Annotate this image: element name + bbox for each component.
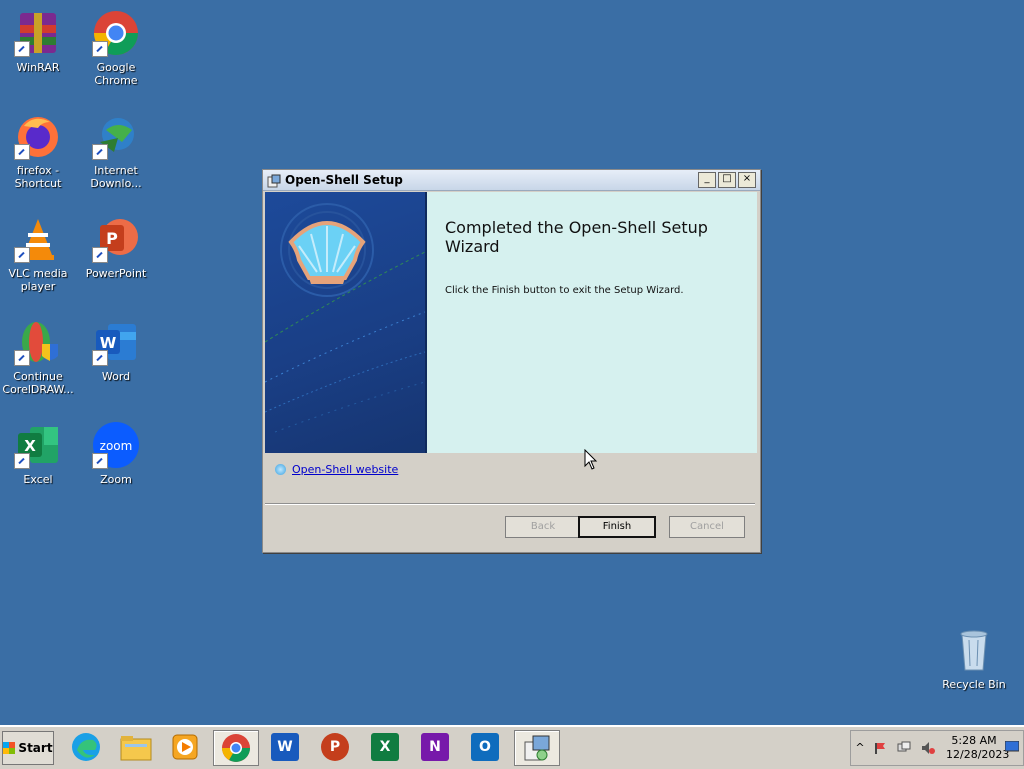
powerpoint-icon: P [321,733,349,761]
wizard-side-image [265,192,427,453]
taskbar-edge[interactable] [64,730,108,764]
desktop-icon-idm[interactable]: Internet Downlo... [77,106,155,190]
shortcut-arrow-icon [92,350,108,366]
open-shell-website-link[interactable]: Open-Shell website [292,463,398,476]
svg-text:P: P [106,229,118,248]
desktop-icon-coreldraw[interactable]: Continue CorelDRAW... [0,312,77,396]
window-title: Open-Shell Setup [285,173,403,187]
taskbar-media-player[interactable] [163,730,207,764]
desktop-icon-label: Word [101,370,131,383]
network-icon[interactable] [897,741,911,755]
chrome-icon [222,734,250,762]
taskbar-onenote[interactable]: N [413,730,457,764]
close-button[interactable]: × [738,172,756,188]
shortcut-arrow-icon [14,41,30,57]
maximize-button[interactable]: □ [718,172,736,188]
back-button[interactable]: Back [505,516,581,538]
desktop-icon-powerpoint[interactable]: P PowerPoint [77,209,155,280]
desktop-icon-label: Excel [23,473,53,486]
desktop-icon-label: Recycle Bin [942,678,1006,691]
website-link-row: Open-Shell website [275,463,398,476]
taskbar-file-explorer[interactable] [114,730,158,764]
desktop-icon-winrar[interactable]: WinRAR [0,3,77,74]
recycle-bin-icon [950,626,998,674]
shortcut-arrow-icon [92,453,108,469]
outlook-icon: O [471,733,499,761]
cancel-button[interactable]: Cancel [669,516,745,538]
windows-logo-icon [3,742,16,754]
desktop-icon-label: WinRAR [16,61,60,74]
clock-time: 5:28 AM [951,734,997,747]
media-player-icon [172,734,198,760]
powerpoint-icon: P [92,215,140,263]
desktop-icon-label: PowerPoint [85,267,147,280]
open-shell-logo [285,212,369,290]
winrar-icon [14,9,62,57]
shortcut-arrow-icon [92,144,108,160]
desktop-icon-label: Zoom [100,473,132,486]
file-explorer-icon [120,736,152,761]
system-tray: ^ 5:28 AM 12/28/2023 [850,730,1024,766]
volume-muted-icon[interactable] [921,741,935,755]
action-center-flag-icon[interactable] [873,741,887,755]
firefox-icon [14,112,62,160]
desktop-icon-label: firefox - Shortcut [14,164,62,190]
taskbar-word[interactable]: W [263,730,307,764]
wizard-heading: Completed the Open-Shell Setup Wizard [445,218,708,256]
shortcut-arrow-icon [92,41,108,57]
desktop-icon-label: Internet Downlo... [90,164,142,190]
shortcut-arrow-icon [14,247,30,263]
clock-date: 12/28/2023 [946,748,1010,761]
zoom-icon: zoom [92,421,140,469]
svg-text:zoom: zoom [100,439,133,453]
edge-icon [72,733,100,761]
finish-button[interactable]: Finish [578,516,656,538]
taskbar: Start W P X N O ^ 5:28 AM 12/28/2023 [0,725,1024,769]
taskbar-clock[interactable]: 5:28 AM 12/28/2023 [946,734,1010,762]
desktop-icon-firefox[interactable]: firefox - Shortcut [0,106,77,190]
idm-icon [92,112,140,160]
taskbar-chrome[interactable] [213,730,259,766]
setup-window[interactable]: Open-Shell Setup _ □ × Completed the Ope… [262,169,761,553]
onenote-icon: N [421,733,449,761]
show-hidden-icons-chevron-icon[interactable]: ^ [853,741,867,755]
desktop-icon-chrome[interactable]: Google Chrome [77,3,155,87]
excel-icon: X [371,733,399,761]
shortcut-arrow-icon [14,144,30,160]
show-desktop-icon[interactable] [1004,740,1020,755]
desktop-icon-zoom[interactable]: zoom Zoom [77,415,155,486]
divider [265,503,755,505]
start-button[interactable]: Start [2,731,54,765]
setup-icon [267,173,281,188]
desktop-icon-label: Continue CorelDRAW... [2,370,74,396]
setup-icon [524,735,550,761]
taskbar-excel[interactable]: X [363,730,407,764]
taskbar-setup[interactable] [514,730,560,766]
shortcut-arrow-icon [92,247,108,263]
desktop-icon-label: Google Chrome [94,61,138,87]
shortcut-arrow-icon [14,453,30,469]
minimize-button[interactable]: _ [698,172,716,188]
desktop-icon-vlc[interactable]: VLC media player [0,209,77,293]
window-titlebar[interactable]: Open-Shell Setup _ □ × [263,170,760,191]
desktop-icon-label: VLC media player [8,267,68,293]
mouse-cursor-icon [584,448,598,475]
wizard-banner: Completed the Open-Shell Setup Wizard Cl… [265,192,757,453]
desktop-icon-excel[interactable]: X Excel [0,415,77,486]
wizard-text: Click the Finish button to exit the Setu… [445,285,684,296]
taskbar-powerpoint[interactable]: P [313,730,357,764]
shortcut-arrow-icon [14,350,30,366]
word-icon: W [271,733,299,761]
vlc-icon [14,215,62,263]
word-icon: W [92,318,140,366]
coreldraw-icon [14,318,62,366]
desktop-icon-recycle-bin[interactable]: Recycle Bin [935,620,1013,691]
desktop-icon-word[interactable]: W Word [77,312,155,383]
taskbar-outlook[interactable]: O [463,730,507,764]
excel-icon: X [14,421,62,469]
globe-icon [275,464,286,475]
start-label: Start [18,741,53,755]
chrome-icon [92,9,140,57]
